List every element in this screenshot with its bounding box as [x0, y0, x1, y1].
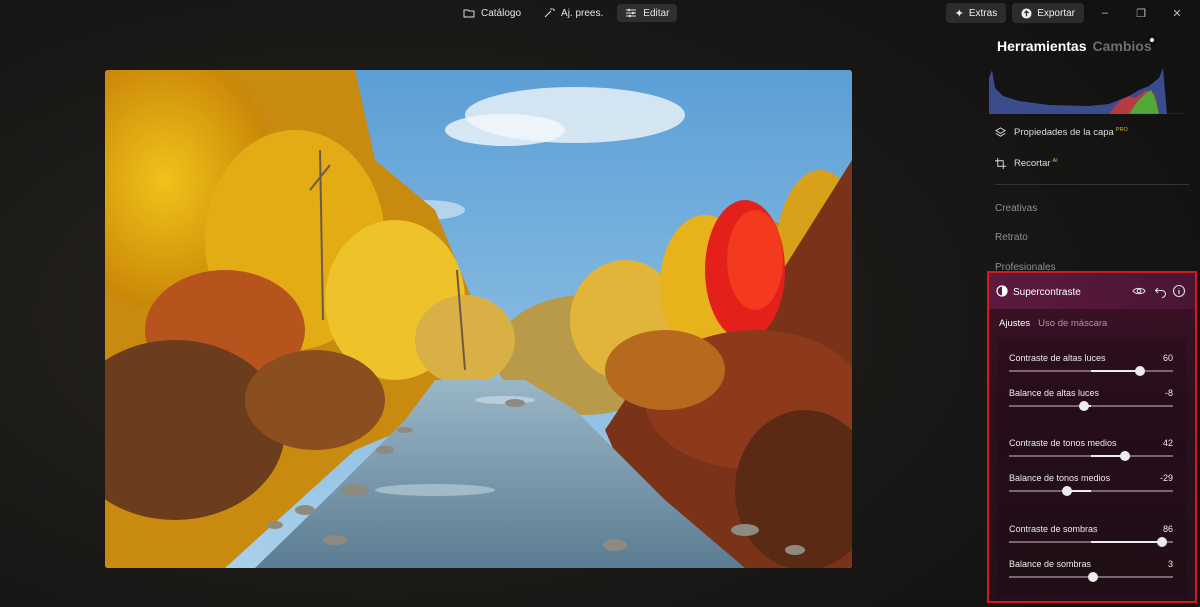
mode-switcher: Catálogo Aj. prees. Editar: [455, 4, 678, 22]
restore-icon: ❐: [1136, 7, 1146, 20]
edit-button[interactable]: Editar: [617, 4, 678, 22]
slider-value: 3: [1167, 559, 1173, 569]
divider: [995, 184, 1189, 185]
info-icon[interactable]: [1172, 284, 1186, 298]
top-bar: Catálogo Aj. prees. Editar ✦ Extras Expo…: [0, 0, 1200, 26]
histogram: [989, 68, 1185, 114]
tab-changes[interactable]: Cambios: [1093, 38, 1152, 54]
crop-icon: [995, 158, 1006, 170]
category-creativas[interactable]: Creativas: [995, 203, 1037, 214]
extras-label: Extras: [968, 7, 998, 19]
extras-button[interactable]: ✦ Extras: [945, 3, 1007, 23]
close-icon: ✕: [1172, 7, 1182, 20]
sliders-icon: [626, 8, 637, 18]
supercontrast-panel: Supercontraste Ajustes Uso de máscara Con…: [987, 271, 1197, 603]
folder-icon: [463, 9, 475, 18]
ai-badge: AI: [1052, 158, 1058, 164]
supercontrast-tabs: Ajustes Uso de máscara: [999, 318, 1107, 329]
slider-label: Balance de sombras: [1009, 559, 1092, 569]
slider-value: 42: [1162, 438, 1173, 448]
window-actions: ✦ Extras Exportar – ❐ ✕: [945, 3, 1192, 23]
layer-properties-label: Propiedades de la capa: [1014, 127, 1114, 139]
magic-wand-icon: [544, 8, 556, 18]
changes-indicator-dot: [1150, 38, 1154, 42]
pro-badge: PRO: [1115, 127, 1128, 133]
photo-canvas[interactable]: [105, 70, 852, 568]
export-icon: [1021, 7, 1032, 19]
slider-label: Balance de tonos medios: [1009, 473, 1111, 483]
panel-tabs: Herramientas Cambios: [997, 38, 1152, 54]
tab-ajustes[interactable]: Ajustes: [999, 318, 1030, 329]
slider-fill: [1091, 541, 1162, 543]
minimize-icon: –: [1101, 7, 1109, 19]
sparkle-icon: ✦: [954, 7, 964, 20]
slider-label: Contraste de tonos medios: [1009, 438, 1117, 448]
crop-item[interactable]: Recortar AI: [995, 158, 1058, 169]
export-label: Exportar: [1037, 7, 1075, 19]
catalog-label: Catálogo: [481, 7, 522, 19]
slider-label: Balance de altas luces: [1009, 388, 1100, 398]
slider-value: 60: [1162, 353, 1173, 363]
presets-button[interactable]: Aj. prees.: [535, 4, 611, 22]
slider-track[interactable]: [1009, 490, 1173, 492]
minimize-button[interactable]: –: [1090, 3, 1120, 23]
slider-label: Contraste de altas luces: [1009, 353, 1106, 363]
crop-label: Recortar: [1014, 158, 1051, 170]
slider-track[interactable]: [1009, 405, 1173, 407]
slider-thumb[interactable]: [1156, 537, 1167, 547]
category-retrato[interactable]: Retrato: [995, 232, 1028, 243]
layer-properties-item[interactable]: Propiedades de la capa PRO: [995, 127, 1128, 138]
eye-icon[interactable]: [1132, 284, 1146, 298]
tab-mask[interactable]: Uso de máscara: [1038, 318, 1107, 329]
autumn-river-photo: [105, 70, 852, 568]
undo-icon[interactable]: [1154, 284, 1168, 298]
supercontrast-title: Supercontraste: [1013, 287, 1081, 298]
slider-value: -29: [1159, 473, 1173, 483]
export-button[interactable]: Exportar: [1012, 3, 1084, 23]
slider-label: Contraste de sombras: [1009, 524, 1098, 534]
slider-fill: [1091, 370, 1141, 372]
contrast-icon: [996, 285, 1008, 297]
slider-value: -8: [1164, 388, 1173, 398]
supercontrast-header[interactable]: Supercontraste: [989, 273, 1195, 309]
sliders-container: [997, 337, 1187, 597]
layers-icon: [995, 127, 1006, 137]
close-button[interactable]: ✕: [1162, 3, 1192, 23]
restore-button[interactable]: ❐: [1126, 3, 1156, 23]
slider-value: 86: [1162, 524, 1173, 534]
edit-label: Editar: [643, 7, 670, 19]
tab-tools[interactable]: Herramientas: [997, 38, 1087, 54]
presets-label: Aj. prees.: [561, 7, 604, 19]
catalog-button[interactable]: Catálogo: [455, 4, 529, 22]
